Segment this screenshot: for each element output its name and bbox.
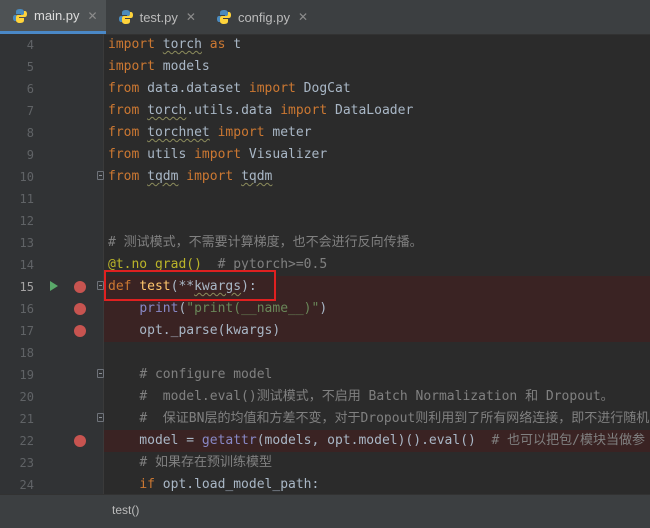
code-line-breakpoint[interactable]: model = getattr(models, opt.model)().eva… [104, 430, 650, 452]
line-number: 19 [19, 368, 34, 382]
line-number: 18 [19, 346, 34, 360]
code-line[interactable]: # 保证BN层的均值和方差不变，对于Dropout则利用到了所有网络连接，即不进… [104, 408, 650, 430]
code-line[interactable]: from torchnet import meter [104, 122, 650, 144]
tab-main-py[interactable]: main.py ✕ [0, 0, 106, 34]
fold-icon[interactable] [97, 413, 104, 422]
code-line[interactable]: # configure model [104, 364, 650, 386]
code-line-breakpoint[interactable]: opt._parse(kwargs) [104, 320, 650, 342]
line-number: 13 [19, 236, 34, 250]
code-line[interactable] [104, 210, 650, 232]
code-line[interactable]: @t.no_grad() # pytorch>=0.5 [104, 254, 650, 276]
line-number: 23 [19, 456, 34, 470]
python-file-icon [12, 8, 28, 24]
code-line[interactable]: import torch as t [104, 34, 650, 56]
fold-icon[interactable] [97, 281, 104, 290]
close-icon[interactable]: ✕ [298, 10, 308, 24]
line-number: 6 [26, 82, 34, 96]
code-line[interactable]: if opt.load_model_path: [104, 474, 650, 494]
editor-tab-bar: main.py ✕ test.py ✕ config.py ✕ [0, 0, 650, 35]
line-number: 4 [26, 38, 34, 52]
line-number: 5 [26, 60, 34, 74]
code-line[interactable]: from utils import Visualizer [104, 144, 650, 166]
code-line-breakpoint[interactable]: def test(**kwargs): [104, 276, 650, 298]
line-number-current: 15 [19, 280, 34, 294]
line-number: 10 [19, 170, 34, 184]
line-number: 12 [19, 214, 34, 228]
code-line[interactable]: from tqdm import tqdm [104, 166, 650, 188]
breakpoint-icon[interactable] [74, 325, 86, 337]
line-number: 21 [19, 412, 34, 426]
line-number: 16 [19, 302, 34, 316]
line-number: 17 [19, 324, 34, 338]
python-file-icon [216, 9, 232, 25]
line-number: 8 [26, 126, 34, 140]
code-line[interactable]: # 如果存在预训练模型 [104, 452, 650, 474]
tab-config-py[interactable]: config.py ✕ [204, 0, 316, 34]
line-number: 11 [19, 192, 34, 206]
close-icon[interactable]: ✕ [88, 9, 98, 23]
breakpoint-icon[interactable] [74, 303, 86, 315]
code-line[interactable] [104, 342, 650, 364]
run-icon[interactable] [50, 281, 58, 291]
code-line-breakpoint[interactable]: print("print(__name__)") [104, 298, 650, 320]
tab-label: test.py [139, 9, 178, 25]
editor-gutter[interactable]: 4 5 6 7 8 9 10 11 12 13 14 15 16 17 18 1… [0, 34, 104, 494]
code-line[interactable]: # 测试模式，不需要计算梯度，也不会进行反向传播。 [104, 232, 650, 254]
breakpoint-icon[interactable] [74, 435, 86, 447]
tab-test-py[interactable]: test.py ✕ [106, 0, 204, 34]
breakpoint-icon[interactable] [74, 281, 86, 293]
fold-icon[interactable] [97, 369, 104, 378]
code-line[interactable]: import models [104, 56, 650, 78]
breadcrumb[interactable]: test() [0, 494, 650, 528]
line-number: 20 [19, 390, 34, 404]
code-line[interactable]: from data.dataset import DogCat [104, 78, 650, 100]
tab-label: config.py [237, 9, 290, 25]
tab-label: main.py [34, 8, 80, 23]
fold-icon[interactable] [97, 171, 104, 180]
code-line[interactable]: # model.eval()测试模式，不启用 Batch Normalizati… [104, 386, 650, 408]
close-icon[interactable]: ✕ [186, 10, 196, 24]
breadcrumb-item[interactable]: test() [112, 503, 139, 517]
line-number: 7 [26, 104, 34, 118]
line-number: 14 [19, 258, 34, 272]
python-file-icon [118, 9, 134, 25]
code-editor[interactable]: import torch as t import models from dat… [104, 34, 650, 494]
line-number: 9 [26, 148, 34, 162]
code-line[interactable] [104, 188, 650, 210]
line-number: 22 [19, 434, 34, 448]
code-line[interactable]: from torch.utils.data import DataLoader [104, 100, 650, 122]
line-number: 24 [19, 478, 34, 492]
